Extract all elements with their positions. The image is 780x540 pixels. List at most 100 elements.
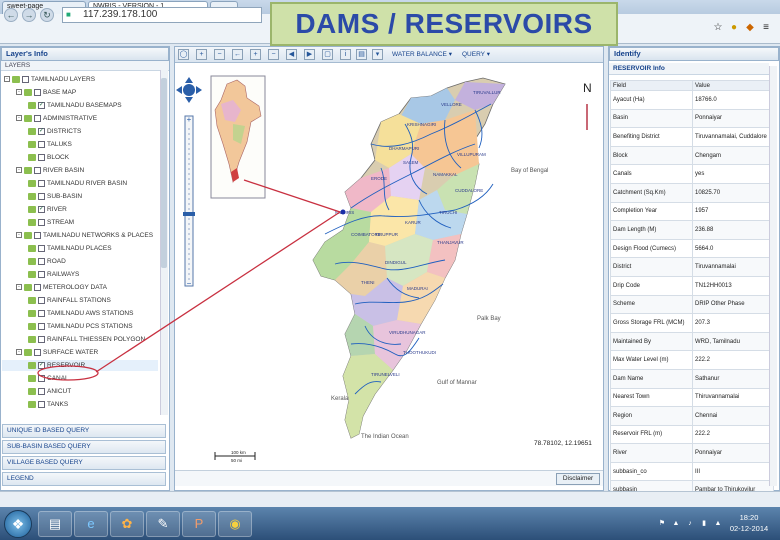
tree-item[interactable]: - BASE MAP — [2, 87, 158, 98]
tree-item[interactable]: SUB-BASIN — [2, 191, 158, 202]
tree-item[interactable]: TANKS — [2, 399, 158, 410]
tree-toggle-icon[interactable]: - — [16, 89, 22, 96]
layer-checkbox[interactable] — [38, 244, 45, 252]
bookmark-star-icon[interactable]: ☆ — [712, 22, 724, 34]
tree-item[interactable]: - METEROLOGY DATA — [2, 282, 158, 293]
tree-toggle-icon[interactable]: - — [16, 349, 22, 356]
layer-checkbox[interactable] — [38, 387, 45, 395]
layer-checkbox[interactable] — [38, 140, 45, 148]
layer-checkbox[interactable] — [38, 296, 45, 304]
table-row[interactable]: Dam Length (M) 236.88 — [610, 220, 774, 240]
layer-checkbox[interactable] — [34, 114, 41, 122]
accordion-village-query[interactable]: VILLAGE BASED QUERY — [2, 456, 166, 470]
tree-item[interactable]: ✓ RIVER — [2, 204, 158, 215]
powerpoint-icon[interactable]: P — [182, 511, 216, 537]
layer-checkbox[interactable] — [38, 192, 45, 200]
table-row[interactable]: Ayacut (Ha) 18766.0 — [610, 90, 774, 110]
pan-left-icon[interactable]: ← — [232, 49, 243, 60]
forward-icon[interactable]: → — [22, 8, 36, 22]
tree-item[interactable]: STREAM — [2, 217, 158, 228]
tree-item[interactable]: TAMILNADU AWS STATIONS — [2, 308, 158, 319]
file-explorer-icon[interactable]: ▤ — [38, 511, 72, 537]
tree-item[interactable]: CANAL — [2, 373, 158, 384]
accordion-legend[interactable]: LEGEND — [2, 472, 166, 486]
tree-item[interactable]: TAMILNADU PCS STATIONS — [2, 321, 158, 332]
layer-checkbox[interactable] — [34, 88, 41, 96]
water-balance-menu[interactable]: WATER BALANCE ▾ — [392, 50, 452, 60]
tree-item[interactable]: - TAMILNADU NETWORKS & PLACES — [2, 230, 158, 241]
zoom-out-icon[interactable]: − — [268, 49, 279, 60]
tree-item[interactable]: RAINFALL STATIONS — [2, 295, 158, 306]
table-row[interactable]: Nearest Town Thiruvannamalai — [610, 387, 774, 408]
internet-explorer-icon[interactable]: e — [74, 511, 108, 537]
table-row[interactable]: Gross Storage FRL (MCM) 207.3 — [610, 313, 774, 333]
table-row[interactable]: subbasin_co III — [610, 461, 774, 482]
table-row[interactable]: Region Chennai — [610, 406, 774, 426]
layer-checkbox[interactable]: ✓ — [38, 361, 45, 369]
info-icon[interactable]: i — [340, 49, 351, 60]
globe-icon[interactable]: ◯ — [178, 49, 189, 60]
disclaimer-button[interactable]: Disclaimer — [556, 473, 600, 485]
layer-checkbox[interactable] — [38, 218, 45, 226]
query-menu[interactable]: QUERY ▾ — [462, 50, 490, 60]
table-row[interactable]: Scheme DRIP Other Phase — [610, 294, 774, 315]
layer-checkbox[interactable] — [38, 322, 45, 330]
layer-checkbox[interactable] — [34, 283, 41, 291]
identify-scrollbar[interactable] — [769, 66, 777, 486]
zoom-out-box-icon[interactable]: − — [214, 49, 225, 60]
tree-item[interactable]: RAILWAYS — [2, 269, 158, 280]
layer-checkbox[interactable] — [38, 309, 45, 317]
tree-item[interactable]: ✓ DISTRICTS — [2, 126, 158, 137]
tray-network-icon[interactable]: ▲ — [672, 520, 680, 528]
tree-toggle-icon[interactable]: - — [4, 76, 10, 83]
layer-checkbox[interactable] — [38, 400, 45, 408]
accordion-unique-id-query[interactable]: UNIQUE ID BASED QUERY — [2, 424, 166, 438]
lightbulb-icon[interactable]: ● — [728, 22, 740, 34]
tray-signal-icon[interactable]: ▲ — [714, 520, 722, 528]
table-row[interactable]: Maintained By WRD, Tamilnadu — [610, 331, 774, 352]
full-extent-icon[interactable]: ▢ — [322, 49, 333, 60]
map-canvas[interactable]: + − TIRUVALLURVELLOREKRISHNAGIRIDHARMAPU… — [175, 64, 603, 464]
layer-checkbox[interactable]: ✓ — [38, 101, 45, 109]
back-icon[interactable]: ← — [4, 8, 18, 22]
layer-checkbox[interactable] — [38, 270, 45, 278]
tree-item[interactable]: - RIVER BASIN — [2, 165, 158, 176]
tree-item[interactable]: - SURFACE WATER — [2, 347, 158, 358]
tree-toggle-icon[interactable]: - — [16, 115, 22, 122]
reload-icon[interactable]: ↻ — [40, 8, 54, 22]
paint-icon[interactable]: ✎ — [146, 511, 180, 537]
table-row[interactable]: Max Water Level (m) 222.2 — [610, 350, 774, 370]
layer-checkbox[interactable] — [22, 75, 29, 83]
layer-checkbox[interactable] — [38, 153, 45, 161]
pan-control[interactable] — [176, 77, 202, 103]
tree-item[interactable]: TALUKS — [2, 139, 158, 150]
measure-dropdown-icon[interactable]: ▾ — [372, 49, 383, 60]
layer-checkbox[interactable] — [38, 335, 45, 343]
zoom-in-box-icon[interactable]: + — [196, 49, 207, 60]
next-extent-icon[interactable]: ▶ — [304, 49, 315, 60]
table-row[interactable]: Canals yes — [610, 164, 774, 184]
tree-item[interactable]: - ADMINISTRATIVE — [2, 113, 158, 124]
tree-item[interactable]: ROAD — [2, 256, 158, 267]
layer-checkbox[interactable] — [38, 179, 45, 187]
zoom-in-icon[interactable]: + — [250, 49, 261, 60]
table-row[interactable]: Catchment (Sq.Km) 10825.70 — [610, 182, 774, 203]
table-row[interactable]: Design Flood (Cumecs) 5664.0 — [610, 238, 774, 259]
layer-checkbox[interactable]: ✓ — [38, 205, 45, 213]
table-row[interactable]: Block Chengam — [610, 145, 774, 166]
column-header-value[interactable]: Value — [692, 80, 774, 91]
layer-checkbox[interactable] — [34, 348, 41, 356]
layer-checkbox[interactable] — [34, 231, 41, 239]
tree-item[interactable]: ✓ TAMILNADU BASEMAPS — [2, 100, 158, 111]
tree-toggle-icon[interactable]: - — [16, 232, 22, 239]
table-row[interactable]: Dam Name Sathanur — [610, 368, 774, 389]
accordion-subbasin-query[interactable]: SUB-BASIN BASED QUERY — [2, 440, 166, 454]
tree-item[interactable]: ANICUT — [2, 386, 158, 397]
chrome-icon[interactable]: ◉ — [218, 511, 252, 537]
tray-flag-icon[interactable]: ⚑ — [658, 520, 666, 528]
menu-icon[interactable]: ≡ — [760, 22, 772, 34]
tree-item[interactable]: ✓ RESERVOIR — [2, 360, 158, 371]
layer-checkbox[interactable] — [38, 257, 45, 265]
print-icon[interactable]: ▤ — [356, 49, 367, 60]
column-header-field[interactable]: Field — [610, 80, 693, 91]
